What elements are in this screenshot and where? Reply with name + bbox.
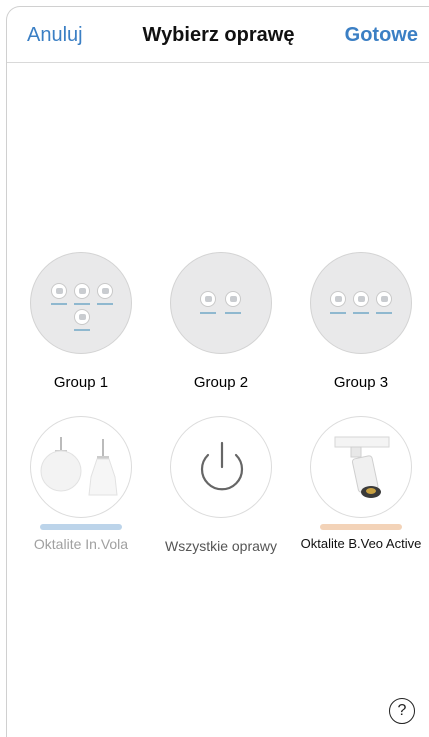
power-icon: [170, 416, 272, 518]
group-lights-icon: [170, 252, 272, 354]
navigation-bar: Anuluj Wybierz oprawę Gotowe: [7, 7, 429, 63]
pendant-lamps-icon: [30, 416, 132, 518]
group-label: Group 1: [53, 374, 109, 391]
group-tile-2[interactable]: Group 2: [156, 252, 286, 391]
help-button[interactable]: ?: [389, 698, 415, 724]
fixture-label: Wszystkie oprawy: [164, 538, 278, 554]
fixture-tile-b-veo[interactable]: Oktalite B.Veo Active: [296, 416, 426, 551]
fixture-label: Oktalite In.Vola: [33, 536, 129, 552]
group-tile-3[interactable]: Group 3: [296, 252, 426, 391]
fixture-color-bar: [320, 524, 402, 530]
help-icon: ?: [397, 702, 407, 719]
group-lights-icon: [310, 252, 412, 354]
group-lights-icon: [30, 252, 132, 354]
group-tile-1[interactable]: Group 1: [16, 252, 146, 391]
fixture-label: Oktalite B.Veo Active: [300, 536, 422, 551]
done-button[interactable]: Gotowe: [345, 24, 418, 47]
fixture-color-bar: [40, 524, 122, 530]
group-label: Group 2: [193, 374, 249, 391]
fixture-tile-in-vola[interactable]: Oktalite In.Vola: [16, 416, 146, 552]
group-label: Group 3: [333, 374, 389, 391]
track-spotlight-icon: [310, 416, 412, 518]
fixture-tile-all[interactable]: Wszystkie oprawy: [156, 416, 286, 554]
